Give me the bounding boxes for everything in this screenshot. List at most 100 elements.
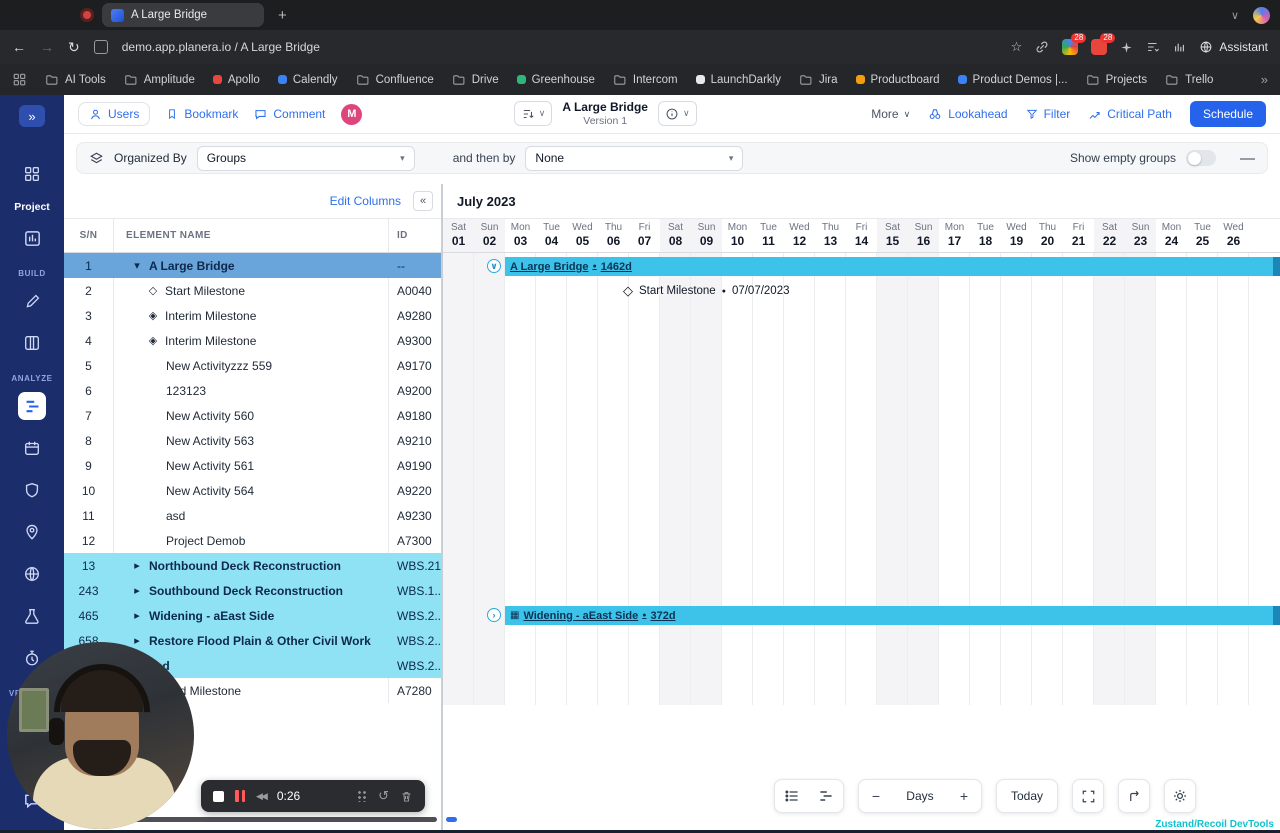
dependencies-button[interactable] — [1118, 779, 1150, 813]
user-avatar[interactable]: M — [341, 103, 363, 125]
project-board-icon[interactable] — [18, 224, 46, 252]
table-row[interactable]: 9 New Activity 561 A9190 — [64, 453, 441, 478]
schedule-button[interactable]: Schedule — [1189, 101, 1266, 127]
gantt-milestone-start[interactable]: ◇ Start Milestone ● 07/07/2023 — [623, 283, 790, 299]
table-row[interactable]: 4 ◈ Interim Milestone A9300 — [64, 328, 441, 353]
browser-profile-avatar[interactable] — [1253, 6, 1270, 24]
bookmark-star-icon[interactable]: ☆ — [1011, 39, 1023, 55]
edit-columns-button[interactable]: Edit Columns — [330, 194, 401, 208]
columns-board-icon[interactable] — [18, 329, 46, 357]
bookmark-item[interactable]: Confluence — [356, 73, 434, 87]
webcam-overlay[interactable] — [7, 642, 194, 829]
filter-button[interactable]: Filter — [1026, 107, 1070, 121]
trash-icon[interactable] — [400, 790, 413, 803]
comment-button[interactable]: Comment — [254, 107, 325, 121]
equalizer-icon[interactable] — [1173, 41, 1186, 54]
back-icon[interactable]: ← — [12, 39, 26, 55]
extension-icon[interactable]: 28 — [1091, 33, 1116, 55]
apps-grid-icon[interactable] — [12, 72, 27, 87]
table-row[interactable]: 6 123123 A9200 — [64, 378, 441, 403]
url-text[interactable]: demo.app.planera.io / A Large Bridge — [122, 40, 320, 54]
list-view-button[interactable] — [775, 779, 809, 813]
calendar-icon[interactable] — [18, 434, 46, 462]
edit-pencil-icon[interactable] — [18, 287, 46, 315]
bookmark-item[interactable]: Intercom — [613, 73, 678, 87]
globe-icon[interactable] — [18, 560, 46, 588]
location-pin-icon[interactable] — [18, 518, 46, 546]
gantt-horizontal-scrollbar[interactable] — [446, 817, 457, 822]
bookmark-item[interactable]: AI Tools — [45, 73, 106, 87]
row-type-icon[interactable]: ◈ — [146, 334, 160, 347]
reload-icon[interactable]: ↻ — [68, 39, 80, 56]
table-row[interactable]: 7 New Activity 560 A9180 — [64, 403, 441, 428]
bookmark-item[interactable]: Projects — [1086, 73, 1147, 87]
bookmark-item[interactable]: Amplitude — [124, 73, 195, 87]
row-type-icon[interactable]: ◈ — [146, 309, 160, 322]
browser-tab[interactable]: A Large Bridge — [102, 3, 264, 27]
table-row[interactable]: 11 asd A9230 — [64, 503, 441, 528]
bookmarks-overflow-icon[interactable]: » — [1261, 72, 1268, 87]
gantt-chart-icon[interactable] — [18, 392, 46, 420]
bookmark-item[interactable]: LaunchDarkly — [695, 74, 781, 86]
col-element-name[interactable]: ELEMENT NAME — [113, 219, 389, 252]
reading-list-icon[interactable] — [1146, 40, 1160, 54]
drag-handle-icon[interactable] — [357, 790, 368, 802]
gantt-bar-widening-east-side[interactable]: ▦ Widening - aEast Side ● 372d — [505, 606, 1280, 625]
bookmark-button[interactable]: Bookmark — [166, 107, 238, 121]
fullscreen-button[interactable] — [1072, 779, 1104, 813]
table-row[interactable]: 5 New Activityzzz 559 A9170 — [64, 353, 441, 378]
extension-icon[interactable]: 28 — [1062, 33, 1087, 55]
stop-record-button[interactable] — [213, 790, 224, 802]
table-row[interactable]: 13 ▸ Northbound Deck Reconstruction WBS.… — [64, 553, 441, 578]
table-row[interactable]: 12 Project Demob A7300 — [64, 528, 441, 553]
bookmark-item[interactable]: Drive — [452, 73, 499, 87]
assistant-button[interactable]: Assistant — [1199, 40, 1268, 54]
tab-search-chevron-icon[interactable]: ∨ — [1231, 9, 1239, 22]
row-type-icon[interactable]: ▸ — [130, 634, 144, 647]
view-mode-button[interactable]: ∨ — [513, 101, 553, 127]
row-type-icon[interactable]: ▸ — [130, 584, 144, 597]
restart-record-icon[interactable]: ◀◀ — [256, 791, 268, 802]
collapse-bar-button[interactable]: — — [1240, 150, 1255, 167]
shield-icon[interactable] — [18, 476, 46, 504]
beaker-icon[interactable] — [18, 602, 46, 630]
bar-expand-chevron[interactable]: › — [487, 608, 501, 622]
copy-link-icon[interactable] — [1035, 40, 1049, 54]
row-type-icon[interactable]: ▾ — [130, 259, 144, 272]
gantt-bar-a-large-bridge[interactable]: A Large Bridge ● 1462d — [505, 257, 1280, 276]
gantt-view-button[interactable] — [809, 779, 843, 813]
zoom-in-button[interactable]: + — [951, 788, 977, 804]
pause-record-button[interactable] — [235, 790, 245, 802]
lookahead-button[interactable]: Lookahead — [928, 107, 1008, 121]
then-by-select[interactable]: None ▾ — [525, 145, 744, 171]
bookmark-item[interactable]: Productboard — [855, 74, 940, 86]
table-row[interactable]: 8 New Activity 563 A9210 — [64, 428, 441, 453]
expand-sidebar-button[interactable]: » — [19, 105, 45, 127]
table-row[interactable]: 10 New Activity 564 A9220 — [64, 478, 441, 503]
site-info-icon[interactable] — [93, 40, 108, 54]
table-row[interactable]: 1 ▾ A Large Bridge -- — [64, 253, 441, 278]
table-row[interactable]: 243 ▸ Southbound Deck Reconstruction WBS… — [64, 578, 441, 603]
critical-path-button[interactable]: Critical Path — [1088, 107, 1172, 121]
row-type-icon[interactable]: ▸ — [130, 559, 144, 572]
forward-icon[interactable]: → — [40, 39, 54, 55]
col-id[interactable]: ID — [389, 230, 441, 241]
info-button[interactable]: ∨ — [657, 101, 697, 127]
show-empty-groups-toggle[interactable] — [1186, 150, 1216, 166]
bookmark-item[interactable]: Jira — [799, 73, 838, 87]
row-type-icon[interactable]: ▸ — [130, 609, 144, 622]
new-tab-button[interactable]: + — [278, 7, 287, 24]
table-row[interactable]: 3 ◈ Interim Milestone A9280 — [64, 303, 441, 328]
bookmark-item[interactable]: Trello — [1165, 73, 1213, 87]
collapse-table-button[interactable]: « — [413, 191, 433, 211]
settings-gear-button[interactable] — [1164, 779, 1196, 813]
restart-icon[interactable]: ↺ — [378, 788, 389, 804]
apps-icon[interactable] — [18, 160, 46, 188]
users-button[interactable]: Users — [78, 102, 151, 126]
bar-collapse-chevron[interactable]: ∨ — [487, 259, 501, 273]
today-button[interactable]: Today — [997, 789, 1057, 803]
table-row[interactable]: 465 ▸ Widening - aEast Side WBS.2... — [64, 603, 441, 628]
col-sn[interactable]: S/N — [64, 230, 113, 241]
table-row[interactable]: 2 ◇ Start Milestone A0040 — [64, 278, 441, 303]
row-type-icon[interactable]: ◇ — [146, 284, 160, 297]
